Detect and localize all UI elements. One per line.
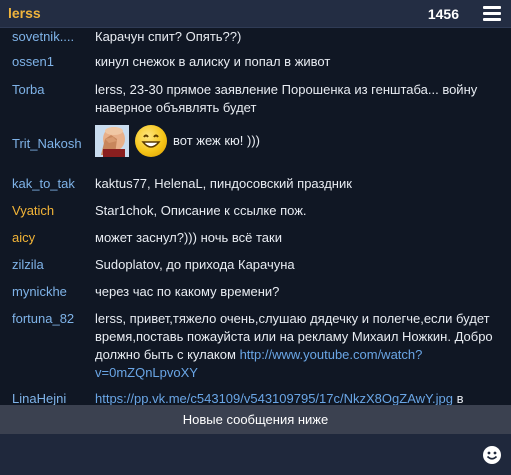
message-nick[interactable]: fortuna_82 [12,310,92,328]
message-link[interactable]: https://pp.vk.me/c543109/v543109795/17c/… [95,391,453,405]
top-bar: lerss 1456 [0,0,511,28]
bottom-bar [0,434,511,475]
message-text: lerss, привет,тяжело очень,слушаю дядечк… [95,310,500,382]
message-nick[interactable]: Torba [12,81,92,99]
room-title[interactable]: lerss [8,5,41,21]
message-text: https://pp.vk.me/c543109/v543109795/17c/… [95,390,500,405]
message-nick[interactable]: zilzila [12,256,92,274]
message-text-inline: вот жеж кю! ))) [173,133,261,148]
message-nick[interactable]: Trit_Nakosh [12,135,92,153]
online-count: 1456 [427,6,459,22]
message-list[interactable]: sovetnik.... Карачун спит? Опять??) osse… [0,28,511,405]
message-nick[interactable]: ossen1 [12,53,92,71]
facepalm-emoji [95,125,129,157]
hamburger-menu-icon[interactable] [483,6,501,22]
message-nick[interactable]: Vyatich [12,202,92,220]
message-text: кинул снежок в алиску и попал в живот [95,54,331,69]
message-nick[interactable]: sovetnik.... [12,28,92,46]
message-text: lerss, 23-30 прямое заявление Порошенка … [95,82,478,115]
message-nick[interactable]: kak_to_tak [12,175,92,193]
message-text: вот жеж кю! ))) [95,125,500,157]
message-text: Sudoplatov, до прихода Карачуна [95,257,295,272]
message-text: kaktus77, HelenaL, пиндосовский праздник [95,176,352,191]
message-nick[interactable]: aicy [12,229,92,247]
message-nick[interactable]: mynickhe [12,283,92,301]
message-text: через час по какому времени? [95,284,280,299]
grin-smiley-emoji [135,125,167,157]
message-text: может заснул?))) ночь всё таки [95,230,282,245]
message-text: Карачун спит? Опять??) [95,29,242,44]
message-text: Star1chok, Описание к ссылке пож. [95,203,307,218]
smiley-icon[interactable] [483,446,501,464]
new-messages-below-button[interactable]: Новые сообщения ниже [0,405,511,434]
message-nick[interactable]: LinaHejni [12,390,92,405]
message-text-inline: в [456,391,464,405]
